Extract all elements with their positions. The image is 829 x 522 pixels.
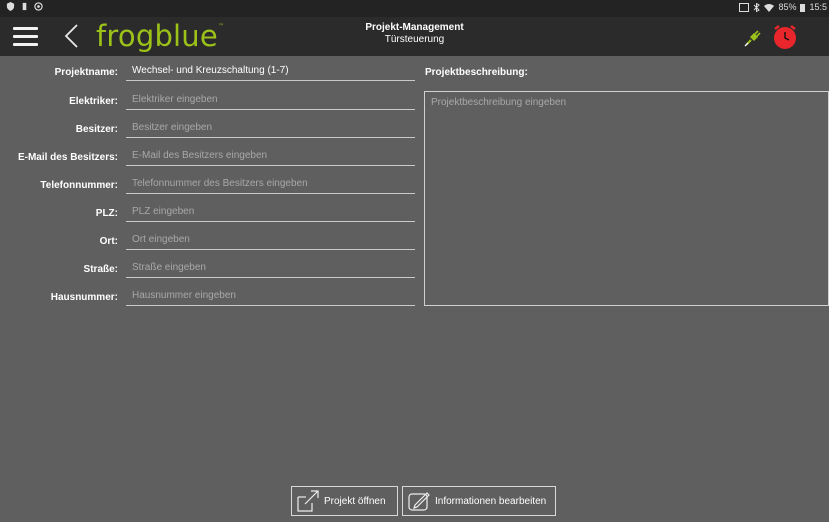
owner-email-placeholder: E-Mail des Besitzers eingeben xyxy=(132,150,268,161)
house-number-input[interactable]: Hausnummer eingeben xyxy=(126,289,415,306)
battery-percent: 85% xyxy=(778,2,797,12)
app-bar: frogblue™ Projekt-Management Türsteuerun… xyxy=(0,17,829,56)
status-time: 15:5 xyxy=(809,2,827,12)
description-textarea[interactable]: Projektbeschreibung eingeben xyxy=(424,91,829,306)
bluetooth-icon xyxy=(754,2,761,12)
owner-placeholder: Besitzer eingeben xyxy=(132,122,213,133)
wifi-icon xyxy=(764,3,775,12)
owner-input[interactable]: Besitzer eingeben xyxy=(126,121,415,138)
open-project-label: Projekt öffnen xyxy=(324,495,386,507)
edit-info-button[interactable]: Informationen bearbeiten xyxy=(402,486,556,516)
page-title: Projekt-Management xyxy=(365,22,464,33)
city-label: Ort: xyxy=(99,236,118,247)
phone-input[interactable]: Telefonnummer des Besitzers eingeben xyxy=(126,177,415,194)
page-subtitle: Türsteuerung xyxy=(384,34,445,45)
house-number-placeholder: Hausnummer eingeben xyxy=(132,290,236,301)
shield-icon xyxy=(6,2,15,11)
house-number-label: Hausnummer: xyxy=(50,292,118,303)
description-label: Projektbeschreibung: xyxy=(425,67,528,78)
project-name-label: Projektname: xyxy=(54,67,118,78)
cast-icon xyxy=(739,2,750,12)
alarm-clock-icon[interactable] xyxy=(772,24,798,50)
plug-icon[interactable] xyxy=(744,29,762,47)
city-input[interactable]: Ort eingeben xyxy=(126,233,415,250)
status-notification-icons xyxy=(6,2,43,11)
zip-input[interactable]: PLZ eingeben xyxy=(126,205,415,222)
project-name-input[interactable]: Wechsel- und Kreuzschaltung (1-7) xyxy=(126,64,415,81)
description-placeholder: Projektbeschreibung eingeben xyxy=(431,97,567,108)
street-input[interactable]: Straße eingeben xyxy=(126,261,415,278)
electrician-input[interactable]: Elektriker eingeben xyxy=(126,93,415,110)
edit-icon xyxy=(408,492,430,511)
edit-info-label: Informationen bearbeiten xyxy=(435,495,547,507)
owner-email-label: E-Mail des Besitzers: xyxy=(17,152,118,163)
notification-icon xyxy=(22,2,27,11)
battery-icon xyxy=(800,3,806,12)
status-bar: 85% 15:5 xyxy=(0,0,829,17)
project-name-value: Wechsel- und Kreuzschaltung (1-7) xyxy=(132,65,289,76)
street-label: Straße: xyxy=(83,264,118,275)
open-project-button[interactable]: Projekt öffnen xyxy=(291,486,398,516)
electrician-label: Elektriker: xyxy=(69,96,118,107)
phone-placeholder: Telefonnummer des Besitzers eingeben xyxy=(132,178,308,189)
city-placeholder: Ort eingeben xyxy=(132,234,190,245)
status-system-info: 85% 15:5 xyxy=(739,2,827,12)
owner-email-input[interactable]: E-Mail des Besitzers eingeben xyxy=(126,149,415,166)
open-project-icon xyxy=(297,490,319,512)
zip-placeholder: PLZ eingeben xyxy=(132,206,195,217)
page-title-block: Projekt-Management Türsteuerung xyxy=(0,22,829,45)
at-icon xyxy=(34,2,43,11)
street-placeholder: Straße eingeben xyxy=(132,262,206,273)
zip-label: PLZ: xyxy=(95,208,118,219)
phone-label: Telefonnummer: xyxy=(40,180,118,191)
electrician-placeholder: Elektriker eingeben xyxy=(132,94,218,105)
owner-label: Besitzer: xyxy=(75,124,118,135)
